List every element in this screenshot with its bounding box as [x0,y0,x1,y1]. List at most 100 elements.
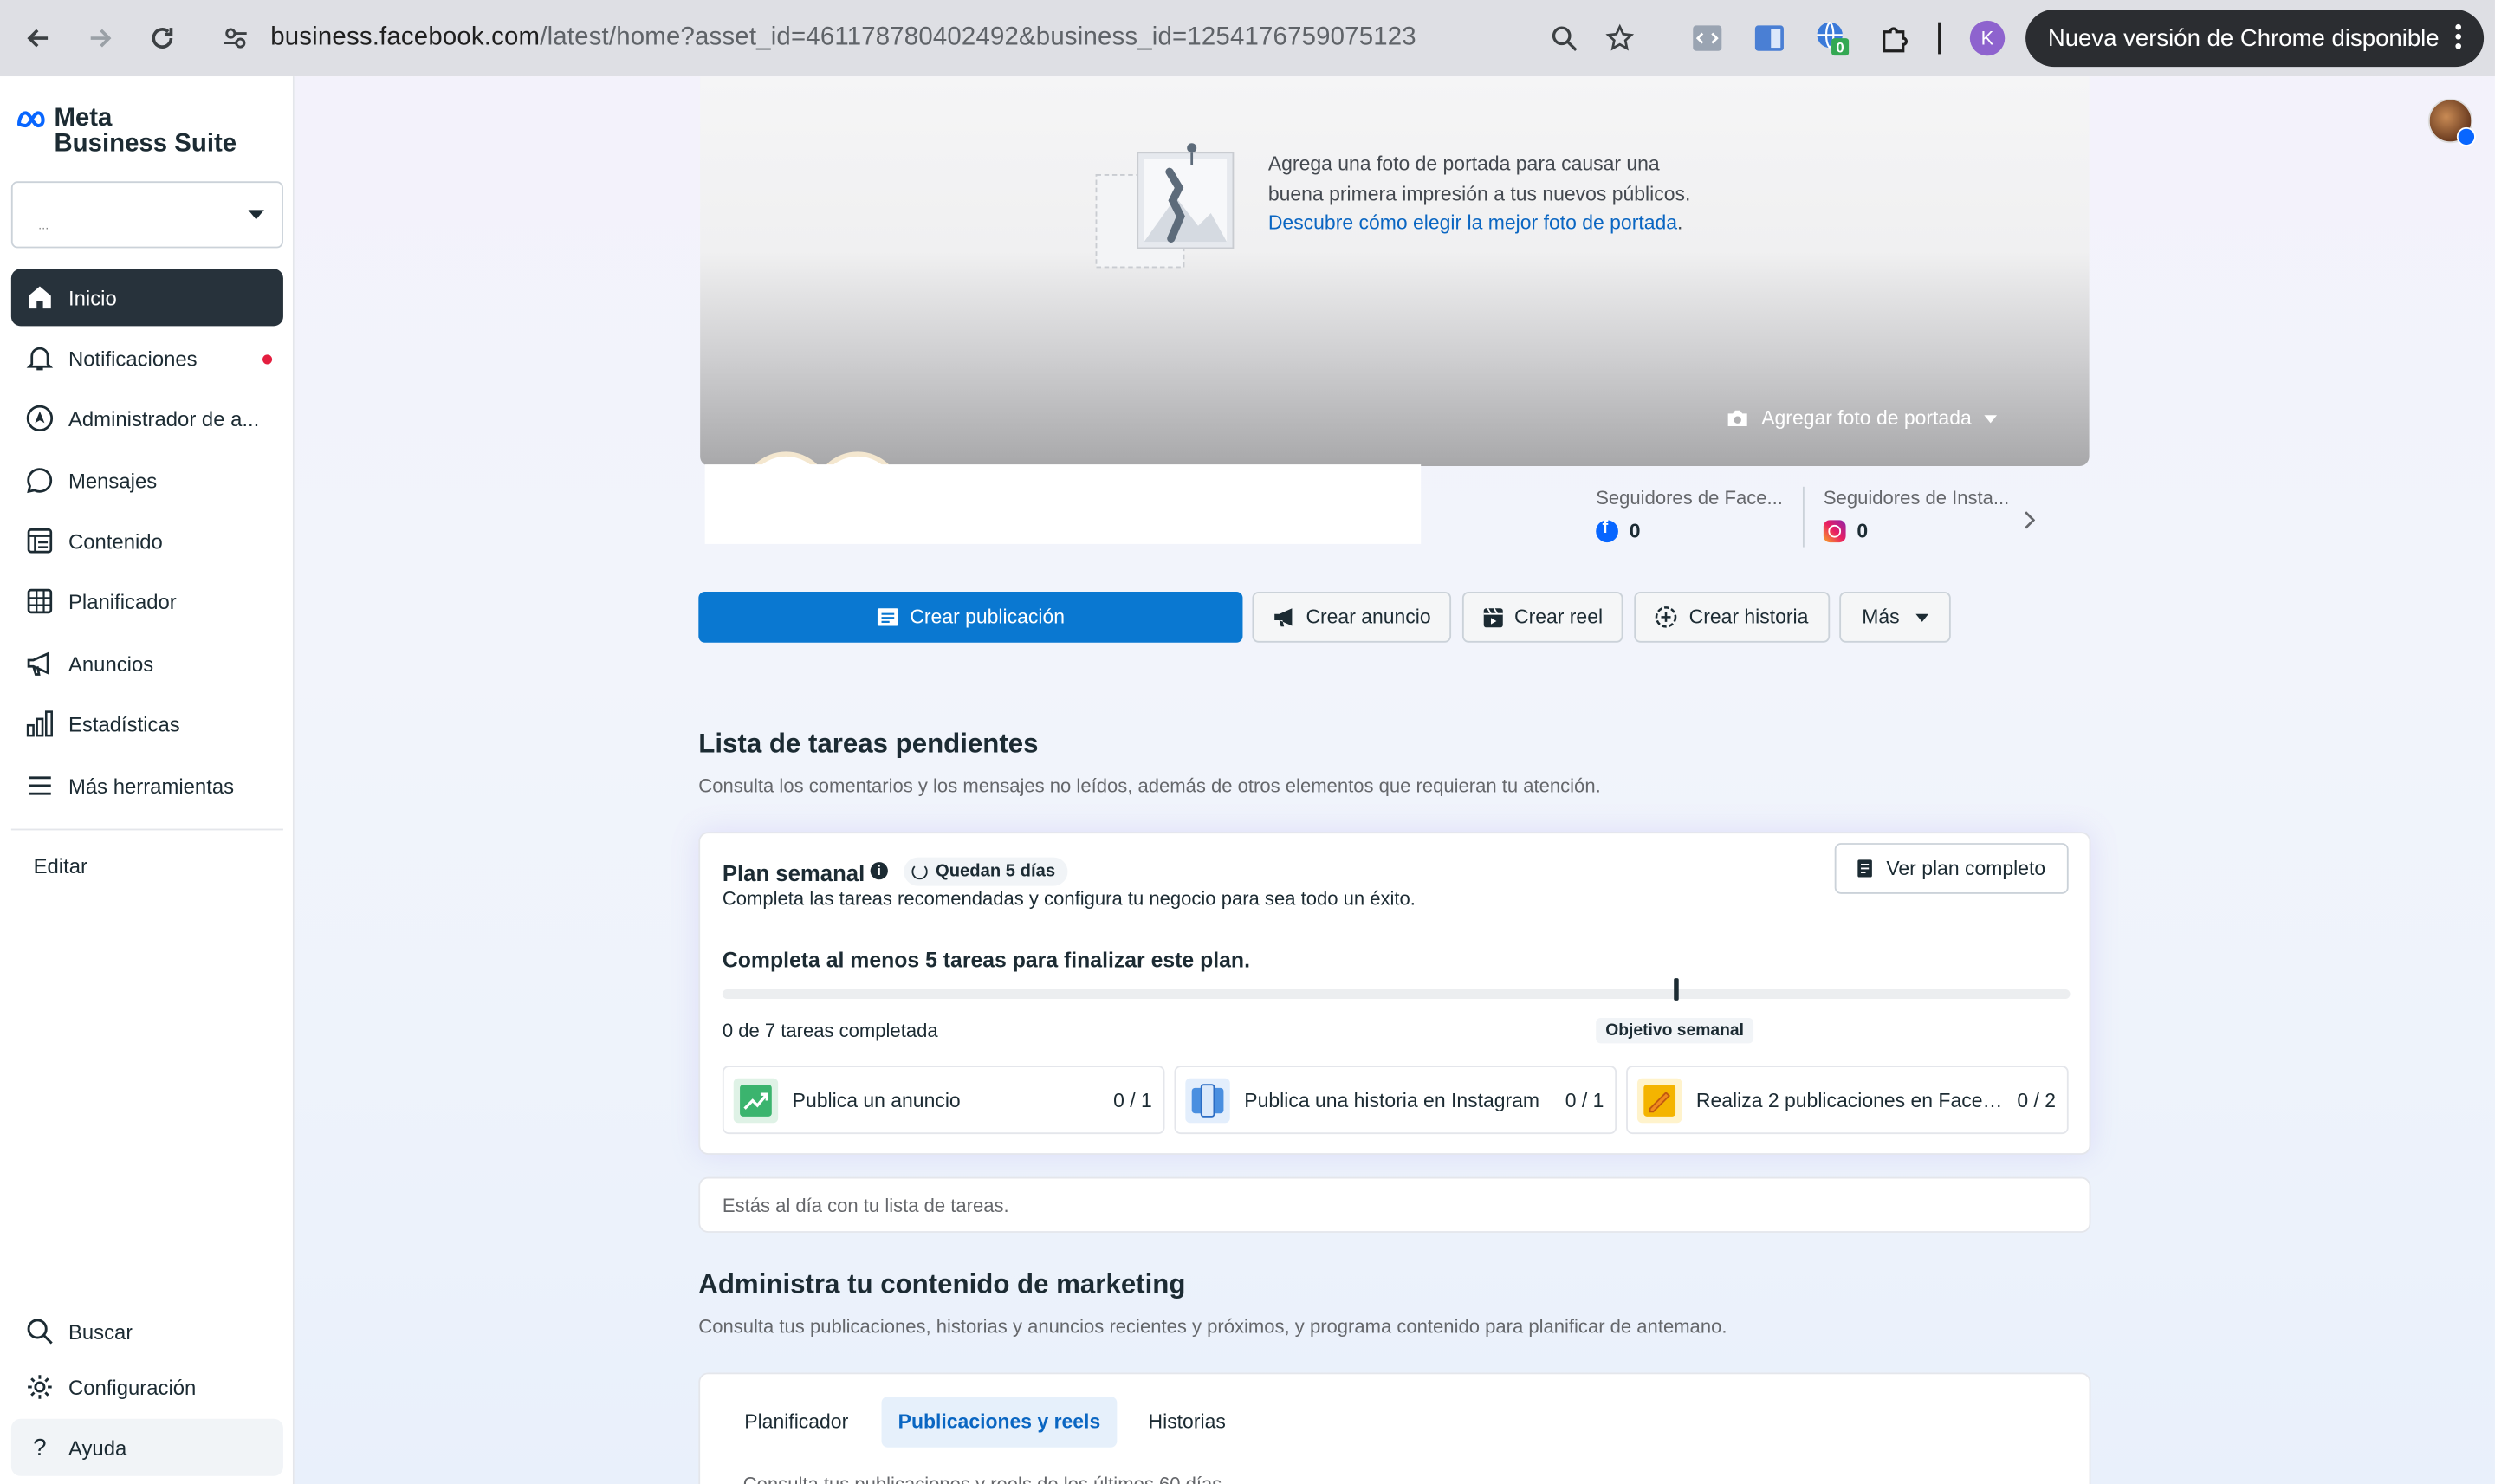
sidebar-item-label: Anuncios [68,651,154,676]
sidebar-divider [10,828,283,831]
create-story-button[interactable]: Crear historia [1634,591,1831,643]
sidebar-item-label: Inicio [68,285,117,310]
tab-historias[interactable]: Historias [1130,1397,1244,1448]
instagram-followers-count: 0 [1857,520,1869,543]
sidebar-item-label: Mensajes [68,468,158,493]
kebab-menu-icon[interactable] [2455,23,2462,57]
task-count: 0 / 1 [1565,1089,1604,1112]
calendar-icon [24,586,56,618]
tab-planificador[interactable]: Planificador [723,1397,871,1448]
sidebar-item-label: Ayuda [68,1435,127,1460]
chrome-update-label: Nueva versión de Chrome disponible [2047,24,2440,52]
chevron-down-icon [248,210,264,220]
forward-arrow-icon[interactable] [78,16,122,60]
sidebar-item-buscar[interactable]: Buscar [11,1303,283,1360]
profile-avatar[interactable]: K [1969,20,2006,56]
gear-icon [24,1371,56,1403]
sidebar-item-anuncios[interactable]: Anuncios [11,635,283,692]
weekly-goal-label: Objetivo semanal [1596,1018,1753,1044]
site-settings-icon[interactable] [223,25,248,59]
task-label: Realiza 2 publicaciones en Faceb... [1695,1088,2007,1111]
bookmark-star-icon[interactable] [1603,21,1637,55]
marketing-card-subtitle: Consulta tus publicaciones y reels de lo… [743,1473,1228,1484]
task-facebook-posts[interactable]: Realiza 2 publicaciones en Faceb... 0 / … [1626,1066,2069,1135]
globe-extension-icon[interactable]: 0 [1814,21,1850,56]
toolbar-divider [1938,22,1941,55]
facebook-badge-icon [2456,126,2476,146]
create-post-button[interactable]: Crear publicación [698,591,1243,643]
zoom-icon[interactable] [1546,21,1581,55]
info-icon[interactable]: i [870,862,888,880]
sidebar-item-estadisticas[interactable]: Estadísticas [11,695,283,752]
sidebar-item-label: Administrador de a... [68,406,260,431]
sidebar-item-mas-herramientas[interactable]: Más herramientas [11,757,283,814]
task-publish-instagram-story[interactable]: Publica una historia en Instagram 0 / 1 [1174,1066,1617,1135]
pencil-note-icon [1636,1077,1682,1123]
create-reel-button[interactable]: Crear reel [1461,591,1623,643]
compass-icon [24,403,56,435]
sidebar-item-notificaciones[interactable]: Notificaciones [11,329,283,386]
sidebar-item-configuracion[interactable]: Configuración [11,1358,283,1416]
followers-divider [1802,486,1805,548]
user-avatar[interactable] [2427,98,2476,146]
url-text: business.facebook.com/latest/home?asset_… [270,23,1416,51]
add-cover-photo-button[interactable]: Agregar foto de portada [1727,403,1998,435]
profile-name-area [704,464,1422,544]
chevron-right-icon[interactable] [2022,509,2036,538]
sidebar-item-label: Buscar [68,1319,133,1344]
more-actions-button[interactable]: Más [1839,591,1951,643]
sidebar-item-label: Contenido [68,528,163,554]
edit-sidebar-link[interactable]: Editar [34,854,87,878]
facebook-followers[interactable]: Seguidores de Face... f 0 [1596,486,1795,543]
sidebar-item-ayuda[interactable]: ? Ayuda [10,1418,283,1476]
cover-help-link[interactable]: Descubre cómo elegir la mejor foto de po… [1268,211,1677,234]
sidebar-item-inicio[interactable]: Inicio [10,269,283,327]
extensions-puzzle-icon[interactable] [1877,21,1912,55]
cover-placeholder-illustration-icon [1093,140,1240,282]
marketing-content-card: Planificador Publicaciones y reels Histo… [698,1372,2091,1484]
sidebar-item-administrador[interactable]: Administrador de a... [11,390,283,447]
add-cover-photo-label: Agregar foto de portada [1761,407,1972,430]
home-icon [24,282,56,314]
create-ad-button[interactable]: Crear anuncio [1252,591,1452,643]
task-count: 0 / 1 [1113,1089,1152,1112]
plan-description: Completa las tareas recomendadas y confi… [722,887,1416,910]
reel-icon [1482,606,1503,627]
devtools-extension-icon[interactable] [1690,21,1725,55]
sidepanel-extension-icon[interactable] [1752,21,1786,55]
sidebar-item-label: Planificador [68,589,177,613]
create-ad-label: Crear anuncio [1306,606,1431,629]
address-bar[interactable]: business.facebook.com/latest/home?asset_… [207,11,1671,65]
account-selector[interactable]: ... [10,181,283,249]
megaphone-icon [1273,607,1295,627]
task-publish-ad[interactable]: Publica un anuncio 0 / 1 [722,1066,1165,1135]
camera-icon [1727,409,1749,428]
post-icon [877,607,899,626]
reload-icon[interactable] [140,16,185,60]
instagram-followers[interactable]: Seguidores de Insta... 0 [1823,487,2023,543]
todo-up-to-date: Estás al día con tu lista de tareas. [698,1176,2091,1233]
sidebar-item-label: Estadísticas [68,711,180,736]
marketing-subtitle: Consulta tus publicaciones, historias y … [698,1315,1727,1338]
tab-publicaciones-reels[interactable]: Publicaciones y reels [881,1397,1118,1448]
chevron-down-icon [1984,414,1998,423]
plan-progress-bar [722,988,2071,1000]
bar-chart-icon [24,708,56,740]
weekly-goal-marker [1674,978,1679,1001]
create-reel-label: Crear reel [1513,606,1604,629]
sidebar-item-mensajes[interactable]: Mensajes [11,451,283,509]
facebook-followers-label: Seguidores de Face... [1596,486,1783,509]
help-icon: ? [33,1434,47,1461]
create-post-label: Crear publicación [910,606,1066,629]
instagram-icon [1823,520,1846,543]
view-full-plan-button[interactable]: Ver plan completo [1834,843,2069,894]
sidebar-item-planificador[interactable]: Planificador [11,573,283,630]
chrome-update-button[interactable]: Nueva versión de Chrome disponible [2025,10,2485,68]
sidebar-item-label: Más herramientas [68,774,235,798]
plan-title: Plan semanal [722,860,865,886]
plan-document-icon [1857,859,1873,878]
sidebar-item-label: Configuración [68,1375,197,1399]
chat-icon [24,464,56,496]
sidebar-item-contenido[interactable]: Contenido [11,512,283,569]
back-arrow-icon[interactable] [16,16,60,60]
